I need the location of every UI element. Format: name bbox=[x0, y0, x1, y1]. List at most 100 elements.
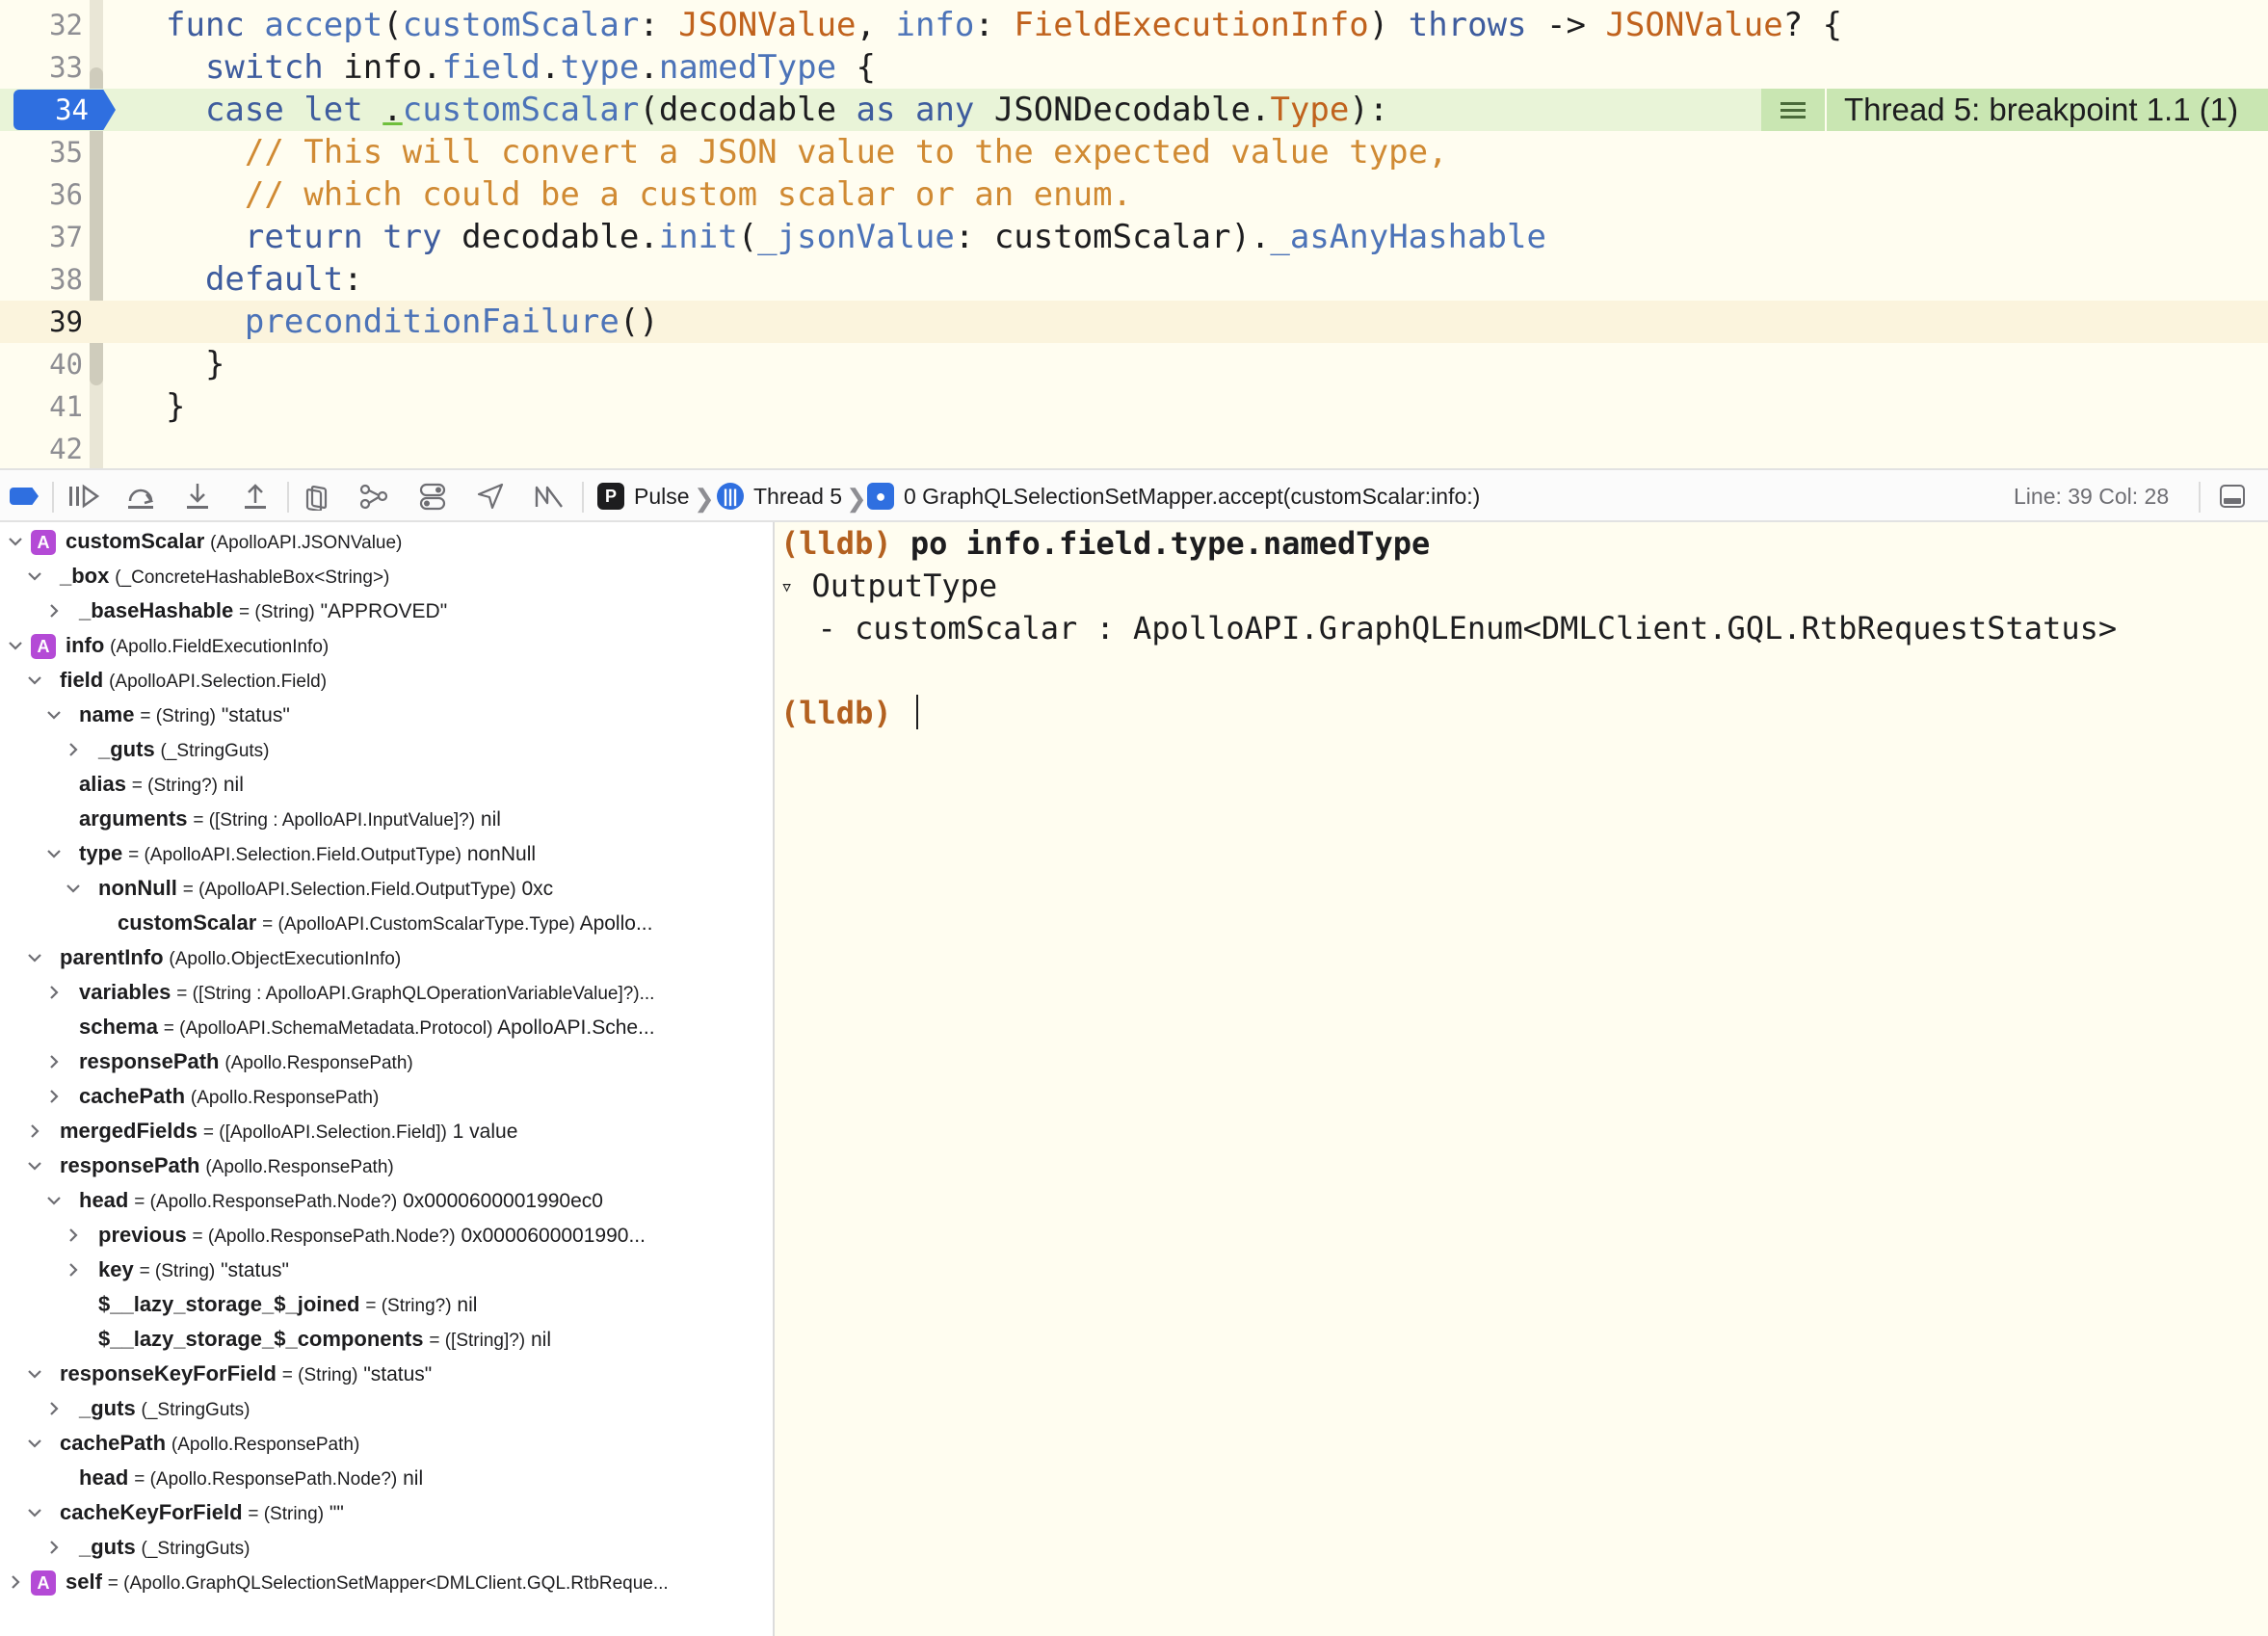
variable-row[interactable]: nonNull = (ApolloAPI.Selection.Field.Out… bbox=[0, 871, 773, 906]
chevron-down-icon[interactable] bbox=[44, 698, 64, 732]
variable-row[interactable]: AcustomScalar (ApolloAPI.JSONValue) bbox=[0, 524, 773, 559]
code-line[interactable]: 32 func accept(customScalar: JSONValue, i… bbox=[0, 4, 2268, 46]
variable-row[interactable]: schema = (ApolloAPI.SchemaMetadata.Proto… bbox=[0, 1010, 773, 1044]
chevron-right-icon[interactable] bbox=[64, 732, 83, 767]
line-number[interactable]: 38 bbox=[0, 258, 83, 301]
step-over-button[interactable] bbox=[125, 482, 156, 511]
console-input-line[interactable]: (lldb) bbox=[780, 692, 918, 734]
variable-row[interactable]: _guts (_StringGuts) bbox=[0, 732, 773, 767]
breakpoints-toggle-button[interactable] bbox=[10, 488, 39, 505]
chevron-right-icon[interactable] bbox=[64, 1218, 83, 1253]
variable-row[interactable]: Ainfo (Apollo.FieldExecutionInfo) bbox=[0, 628, 773, 663]
variable-row[interactable]: mergedFields = ([ApolloAPI.Selection.Fie… bbox=[0, 1114, 773, 1148]
view-hierarchy-icon[interactable] bbox=[303, 482, 331, 511]
variable-row[interactable]: head = (Apollo.ResponsePath.Node?) 0x000… bbox=[0, 1183, 773, 1218]
chevron-right-icon[interactable] bbox=[44, 1391, 64, 1426]
code-line[interactable]: 36 // which could be a custom scalar or … bbox=[0, 173, 2268, 216]
chevron-right-icon[interactable] bbox=[44, 1530, 64, 1565]
breadcrumb-thread[interactable]: ||| Thread 5 bbox=[717, 470, 842, 522]
chevron-down-icon[interactable] bbox=[44, 836, 64, 871]
debug-console[interactable]: (lldb) po info.field.type.namedType ▿ Ou… bbox=[775, 522, 2268, 1636]
code-line[interactable]: 42 bbox=[0, 428, 2268, 468]
variable-row[interactable]: previous = (Apollo.ResponsePath.Node?) 0… bbox=[0, 1218, 773, 1253]
variable-row[interactable]: cachePath (Apollo.ResponsePath) bbox=[0, 1426, 773, 1461]
code-line[interactable]: 41} bbox=[0, 385, 2268, 428]
continue-button[interactable] bbox=[67, 482, 100, 511]
variable-row[interactable]: $__lazy_storage_$_components = ([String]… bbox=[0, 1322, 773, 1357]
chevron-down-icon[interactable] bbox=[25, 940, 44, 975]
code-text: default: bbox=[166, 258, 363, 301]
variable-row[interactable]: $__lazy_storage_$_joined = (String?) nil bbox=[0, 1287, 773, 1322]
metal-frame-capture-icon[interactable] bbox=[534, 482, 565, 511]
variable-text: arguments = ([String : ApolloAPI.InputVa… bbox=[79, 802, 501, 838]
simulate-location-icon[interactable] bbox=[476, 482, 505, 511]
variable-row[interactable]: responsePath (Apollo.ResponsePath) bbox=[0, 1044, 773, 1079]
memory-graph-icon[interactable] bbox=[358, 482, 389, 511]
variable-row[interactable]: type = (ApolloAPI.Selection.Field.Output… bbox=[0, 836, 773, 871]
chevron-down-icon[interactable] bbox=[25, 1148, 44, 1183]
chevron-right-icon[interactable] bbox=[44, 975, 64, 1010]
step-into-button[interactable] bbox=[183, 482, 212, 511]
variable-row[interactable]: head = (Apollo.ResponsePath.Node?) nil bbox=[0, 1461, 773, 1495]
step-out-button[interactable] bbox=[241, 482, 270, 511]
line-number[interactable]: 40 bbox=[0, 343, 83, 385]
variable-text: name = (String) "status" bbox=[79, 698, 290, 734]
chevron-down-icon[interactable] bbox=[25, 1495, 44, 1530]
code-line[interactable]: 38 default: bbox=[0, 258, 2268, 301]
line-number[interactable]: 33 bbox=[0, 46, 83, 89]
chevron-right-icon[interactable] bbox=[25, 1114, 44, 1148]
code-line[interactable]: 33 switch info.field.type.namedType { bbox=[0, 46, 2268, 89]
chevron-right-icon[interactable] bbox=[6, 1565, 25, 1599]
variable-row[interactable]: parentInfo (Apollo.ObjectExecutionInfo) bbox=[0, 940, 773, 975]
variable-name: nonNull bbox=[98, 876, 177, 900]
line-number[interactable]: 36 bbox=[0, 173, 83, 216]
breakpoint-annotation[interactable]: Thread 5: breakpoint 1.1 (1) bbox=[1761, 89, 2268, 131]
breakpoint-marker[interactable]: 34 bbox=[13, 90, 116, 130]
variable-row[interactable]: _box (_ConcreteHashableBox<String>) bbox=[0, 559, 773, 594]
chevron-down-icon[interactable] bbox=[25, 663, 44, 698]
chevron-down-icon[interactable] bbox=[64, 871, 83, 906]
variable-row[interactable]: cachePath (Apollo.ResponsePath) bbox=[0, 1079, 773, 1114]
code-line[interactable]: 39 preconditionFailure() bbox=[0, 301, 2268, 343]
chevron-down-icon[interactable] bbox=[25, 1426, 44, 1461]
code-line[interactable]: 40 } bbox=[0, 343, 2268, 385]
variable-row[interactable]: key = (String) "status" bbox=[0, 1253, 773, 1287]
variable-row[interactable]: cacheKeyForField = (String) "" bbox=[0, 1495, 773, 1530]
source-editor[interactable]: 32 func accept(customScalar: JSONValue, i… bbox=[0, 0, 2268, 468]
variable-row[interactable]: customScalar = (ApolloAPI.CustomScalarTy… bbox=[0, 906, 773, 940]
chevron-right-icon[interactable] bbox=[44, 1044, 64, 1079]
chevron-right-icon[interactable] bbox=[44, 1079, 64, 1114]
code-line[interactable]: 37 return try decodable.init(_jsonValue:… bbox=[0, 216, 2268, 258]
variable-row[interactable]: Aself = (Apollo.GraphQLSelectionSetMappe… bbox=[0, 1565, 773, 1599]
breadcrumb-frame[interactable]: ● 0 GraphQLSelectionSetMapper.accept(cus… bbox=[867, 470, 1480, 522]
variable-row[interactable]: _guts (_StringGuts) bbox=[0, 1530, 773, 1565]
line-number[interactable]: 42 bbox=[0, 428, 83, 468]
chevron-down-icon[interactable] bbox=[25, 1357, 44, 1391]
environment-overrides-icon[interactable] bbox=[418, 482, 447, 511]
variable-row[interactable]: field (ApolloAPI.Selection.Field) bbox=[0, 663, 773, 698]
menu-icon[interactable] bbox=[1761, 89, 1827, 131]
chevron-right-icon[interactable] bbox=[44, 594, 64, 628]
variables-view[interactable]: AcustomScalar (ApolloAPI.JSONValue) _box… bbox=[0, 522, 773, 1636]
panel-toggle-icon[interactable] bbox=[2220, 485, 2245, 508]
chevron-right-icon[interactable] bbox=[64, 1253, 83, 1287]
chevron-down-icon[interactable] bbox=[25, 559, 44, 594]
chevron-down-icon[interactable] bbox=[6, 628, 25, 663]
line-number[interactable]: 35 bbox=[0, 131, 83, 173]
chevron-down-icon[interactable] bbox=[6, 524, 25, 559]
line-number[interactable]: 37 bbox=[0, 216, 83, 258]
line-number[interactable]: 39 bbox=[0, 301, 83, 343]
variable-row[interactable]: name = (String) "status" bbox=[0, 698, 773, 732]
breadcrumb-project[interactable]: P Pulse bbox=[597, 470, 690, 522]
chevron-down-icon[interactable] bbox=[44, 1183, 64, 1218]
variable-row[interactable]: _guts (_StringGuts) bbox=[0, 1391, 773, 1426]
variable-row[interactable]: responseKeyForField = (String) "status" bbox=[0, 1357, 773, 1391]
variable-row[interactable]: responsePath (Apollo.ResponsePath) bbox=[0, 1148, 773, 1183]
variable-row[interactable]: variables = ([String : ApolloAPI.GraphQL… bbox=[0, 975, 773, 1010]
variable-row[interactable]: arguments = ([String : ApolloAPI.InputVa… bbox=[0, 802, 773, 836]
line-number[interactable]: 41 bbox=[0, 385, 83, 428]
variable-row[interactable]: _baseHashable = (String) "APPROVED" bbox=[0, 594, 773, 628]
code-line[interactable]: 35 // This will convert a JSON value to … bbox=[0, 131, 2268, 173]
line-number[interactable]: 32 bbox=[0, 4, 83, 46]
variable-row[interactable]: alias = (String?) nil bbox=[0, 767, 773, 802]
